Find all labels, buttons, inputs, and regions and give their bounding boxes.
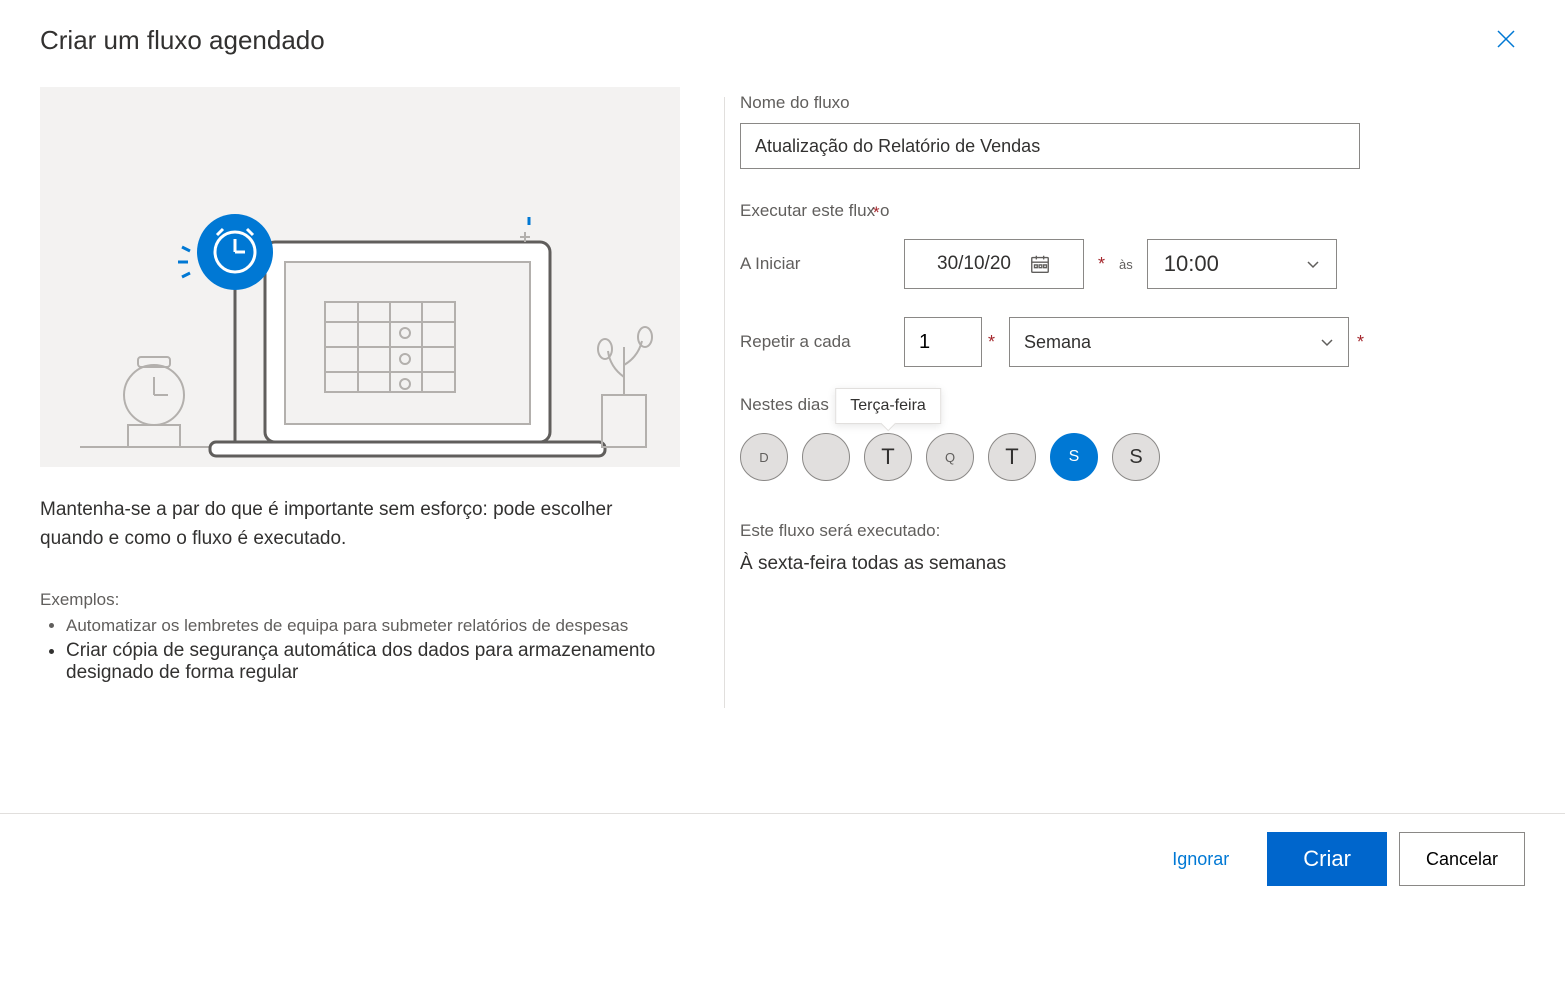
right-column: Nome do fluxo Executar este flux*o A Ini…	[740, 87, 1525, 688]
ignore-button[interactable]: Ignorar	[1146, 832, 1255, 886]
summary-text: À sexta-feira todas as semanas	[740, 553, 1525, 575]
day-button-tue[interactable]: T Terça-feira	[864, 433, 912, 481]
cancel-button[interactable]: Cancelar	[1399, 832, 1525, 886]
description-text: Mantenha-se a par do que é importante se…	[40, 495, 680, 554]
dialog-header: Criar um fluxo agendado	[40, 20, 1525, 61]
start-label: A Iniciar	[740, 254, 890, 274]
start-date-value: 30/10/20	[937, 253, 1011, 275]
dialog-title: Criar um fluxo agendado	[40, 25, 325, 56]
flow-name-label: Nome do fluxo	[740, 93, 1525, 113]
day-button-sat[interactable]: S	[1112, 433, 1160, 481]
day-button-thu[interactable]: T	[988, 433, 1036, 481]
repeat-unit-select[interactable]: Semana	[1009, 317, 1349, 367]
start-time-value: 10:00	[1164, 251, 1219, 277]
day-button-fri[interactable]: S	[1050, 433, 1098, 481]
start-time-select[interactable]: 10:00	[1147, 239, 1337, 289]
chevron-down-icon	[1306, 257, 1320, 271]
days-row: D T Terça-feira Q T S S	[740, 433, 1525, 481]
create-button[interactable]: Criar	[1267, 832, 1387, 886]
day-button-sun[interactable]: D	[740, 433, 788, 481]
at-label: às	[1119, 257, 1133, 272]
example-item: Automatizar os lembretes de equipa para …	[66, 616, 680, 636]
repeat-label: Repetir a cada	[740, 332, 890, 352]
vertical-divider	[724, 97, 725, 708]
day-tooltip: Terça-feira	[835, 388, 941, 424]
examples-list: Automatizar os lembretes de equipa para …	[40, 616, 680, 684]
examples-label: Exemplos:	[40, 590, 680, 610]
chevron-down-icon	[1320, 335, 1334, 349]
close-icon	[1495, 28, 1517, 50]
left-column: Mantenha-se a par do que é importante se…	[40, 87, 680, 688]
required-asterisk: *	[988, 332, 995, 353]
repeat-count-input[interactable]	[904, 317, 982, 367]
run-flow-label: Executar este flux*o	[740, 201, 1525, 221]
required-asterisk: *	[873, 203, 880, 223]
repeat-unit-value: Semana	[1024, 332, 1091, 353]
day-button-mon[interactable]	[802, 433, 850, 481]
illustration	[40, 87, 680, 467]
start-date-input[interactable]: 30/10/20	[904, 239, 1084, 289]
required-asterisk: *	[1098, 254, 1105, 275]
dialog-footer: Ignorar Criar Cancelar	[0, 813, 1565, 886]
summary-label: Este fluxo será executado:	[740, 521, 1525, 541]
example-item: Criar cópia de segurança automática dos …	[66, 640, 680, 684]
calendar-icon	[1029, 253, 1051, 275]
day-button-wed[interactable]: Q	[926, 433, 974, 481]
repeat-row: Repetir a cada * Semana *	[740, 317, 1525, 367]
flow-name-input[interactable]	[740, 123, 1360, 169]
start-row: A Iniciar 30/10/20 * às 10:00	[740, 239, 1525, 289]
close-button[interactable]	[1487, 20, 1525, 61]
required-asterisk: *	[1357, 332, 1364, 353]
scheduled-flow-dialog: Criar um fluxo agendado	[0, 0, 1565, 688]
